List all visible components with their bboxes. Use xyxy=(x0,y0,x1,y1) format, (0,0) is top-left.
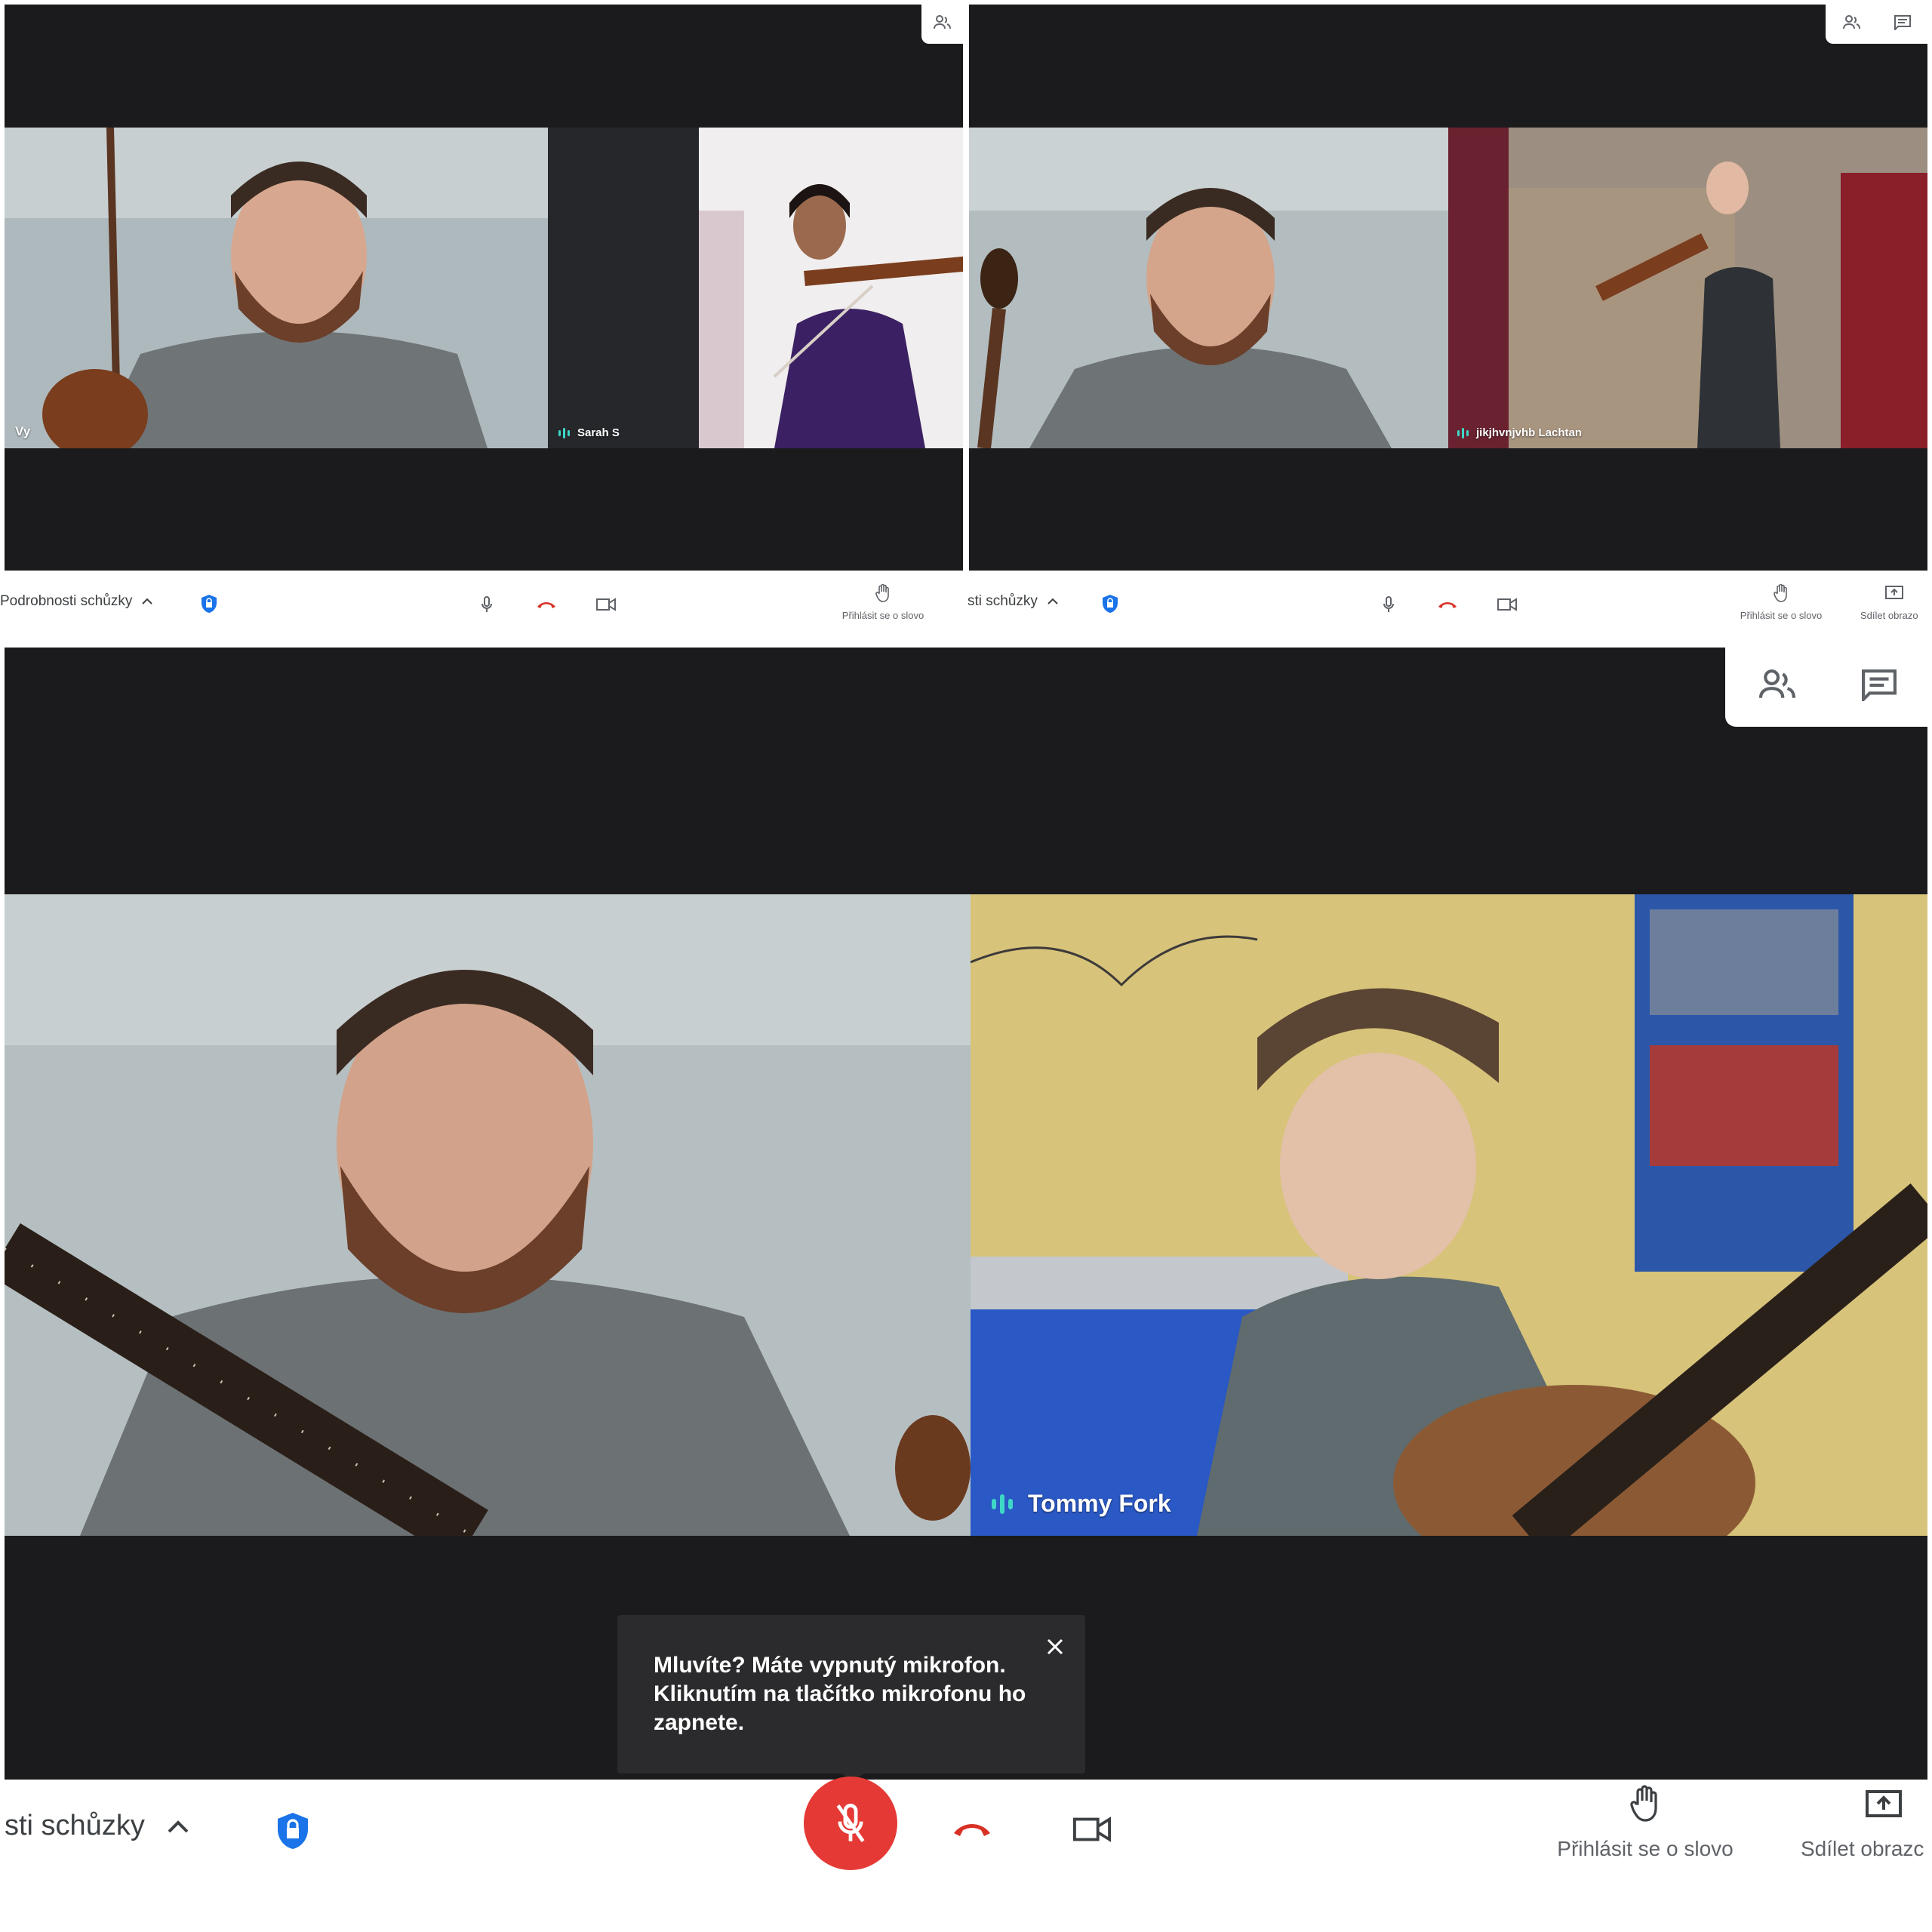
muted-microphone-toast: Mluvíte? Máte vypnutý mikrofon. Kliknutí… xyxy=(617,1615,1085,1783)
video-stage: Tommy Fork Mluvíte? Máte vypnutý mikrofo… xyxy=(5,648,1927,1783)
participant-video-self xyxy=(5,128,548,448)
meeting-toolbar: sti schůzky Přihlásit se o slovo Sdílet … xyxy=(966,571,1932,641)
participant-tile-student: Sarah S xyxy=(548,128,963,448)
microphone-icon xyxy=(1383,596,1394,612)
hangup-icon xyxy=(1438,602,1457,608)
hangup-button[interactable] xyxy=(533,593,560,616)
raise-hand-label: Přihlásit se o slovo xyxy=(841,610,924,621)
participant-name: Tommy Fork xyxy=(992,1490,1171,1518)
chat-icon[interactable] xyxy=(1894,14,1912,34)
microphone-button[interactable] xyxy=(1377,593,1400,616)
speaking-indicator-icon xyxy=(992,1494,1013,1514)
camera-icon xyxy=(1497,598,1517,611)
participant-video-student xyxy=(548,128,963,448)
raise-hand-button[interactable] xyxy=(1728,584,1834,602)
present-icon xyxy=(1866,1790,1902,1817)
video-stage: jikjhvnjvhb Lachtan xyxy=(969,5,1927,571)
participant-name: jikjhvnjvhb Lachtan xyxy=(1457,426,1582,439)
people-icon[interactable] xyxy=(1842,14,1862,35)
hand-icon xyxy=(875,584,889,602)
participant-video-self xyxy=(969,128,1448,448)
camera-icon xyxy=(596,598,616,611)
participant-tile-self: Vy xyxy=(5,128,548,448)
meet-panel-3: Tommy Fork Mluvíte? Máte vypnutý mikrofo… xyxy=(0,641,1932,1932)
participant-tile-student: jikjhvnjvhb Lachtan xyxy=(1448,128,1927,448)
raise-hand-label: Přihlásit se o slovo xyxy=(1740,610,1823,621)
video-stage: Vy Sarah S xyxy=(5,5,963,571)
toast-message-line-2: Kliknutím na tlačítko mikrofonu ho xyxy=(654,1681,1026,1706)
microphone-off-icon xyxy=(836,1804,865,1842)
share-screen-label: Sdílet obrazc xyxy=(1801,1837,1924,1860)
top-right-controls xyxy=(1826,5,1927,44)
participant-name: Vy xyxy=(15,424,31,438)
meeting-details-button[interactable]: Podrobnosti schůzky xyxy=(0,593,153,610)
hand-icon xyxy=(1630,1785,1657,1822)
participant-tile-self xyxy=(5,894,971,1536)
participant-video-self xyxy=(5,894,971,1536)
shield-lock-icon[interactable] xyxy=(272,1807,314,1855)
shield-lock-icon[interactable] xyxy=(1099,592,1121,616)
share-screen-label: Sdílet obrazo xyxy=(1860,610,1918,621)
microphone-muted-button[interactable] xyxy=(804,1777,897,1870)
microphone-icon xyxy=(481,596,492,612)
share-screen-button[interactable] xyxy=(1861,1784,1906,1826)
participant-video-student xyxy=(1448,128,1927,448)
camera-button[interactable] xyxy=(1067,1808,1117,1850)
close-icon[interactable] xyxy=(1040,1632,1070,1662)
top-right-controls xyxy=(921,5,963,44)
raise-hand-button[interactable] xyxy=(830,584,936,602)
meeting-toolbar: Podrobnosti schůzky Přihlásit se o slovo xyxy=(0,571,966,641)
people-icon[interactable] xyxy=(1757,668,1799,706)
speaking-indicator-icon xyxy=(558,427,570,438)
hangup-button[interactable] xyxy=(1434,593,1461,616)
meeting-details-button[interactable]: sti schůzky xyxy=(968,593,1059,610)
hangup-icon xyxy=(954,1824,990,1836)
participant-tile-self xyxy=(969,128,1448,448)
raise-hand-label: Přihlásit se o slovo xyxy=(1557,1837,1734,1860)
meeting-toolbar: sti schůzky Přihlásit se o slovo Sdílet … xyxy=(0,1777,1932,1932)
participant-name: Sarah S xyxy=(558,426,620,439)
shield-lock-icon[interactable] xyxy=(198,592,220,616)
meet-panel-2: jikjhvnjvhb Lachtan sti schůzky Přihlási… xyxy=(966,0,1932,641)
chat-icon[interactable] xyxy=(1861,669,1897,705)
share-screen-button[interactable] xyxy=(1872,584,1917,602)
chevron-up-icon xyxy=(1047,593,1059,610)
hangup-button[interactable] xyxy=(945,1810,999,1847)
chevron-up-icon xyxy=(166,1810,190,1842)
raise-hand-button[interactable] xyxy=(1615,1781,1675,1826)
participant-video-student xyxy=(971,894,1927,1536)
camera-button[interactable] xyxy=(593,593,619,616)
hangup-icon xyxy=(537,602,555,608)
meeting-details-button[interactable]: sti schůzky xyxy=(5,1810,190,1842)
chevron-up-icon xyxy=(141,593,153,610)
meet-panel-1: Vy Sarah S Podrobnosti schůzky Přihlásit… xyxy=(0,0,966,641)
microphone-button[interactable] xyxy=(475,593,498,616)
toast-message-line-1: Mluvíte? Máte vypnutý mikrofon. xyxy=(654,1653,1006,1678)
participant-tile-student: Tommy Fork xyxy=(971,894,1927,1536)
present-icon xyxy=(1885,586,1903,599)
toast-message-line-3: zapnete. xyxy=(654,1710,745,1735)
top-right-controls xyxy=(1725,648,1927,727)
camera-icon xyxy=(1073,1817,1111,1842)
speaking-indicator-icon xyxy=(1457,427,1469,438)
camera-button[interactable] xyxy=(1494,593,1520,616)
hand-icon xyxy=(1774,584,1787,602)
people-icon[interactable] xyxy=(933,14,952,35)
